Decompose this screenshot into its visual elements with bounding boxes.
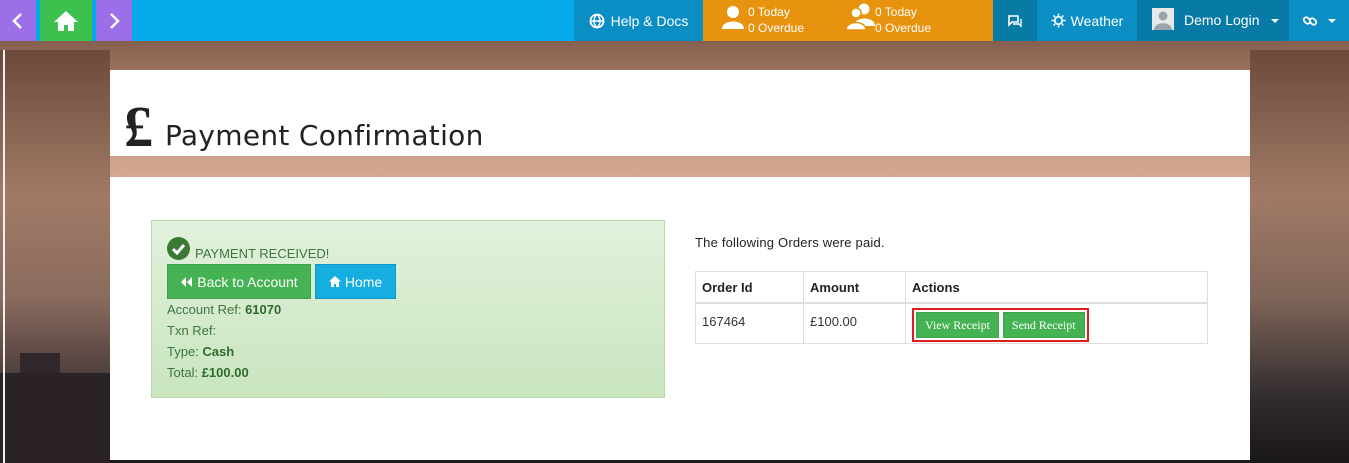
background-right [1250, 50, 1349, 463]
page-title: Payment Confirmation [165, 119, 484, 152]
txn-ref-line: Txn Ref: [167, 323, 216, 338]
my-tasks-today: 0 Today [748, 5, 790, 19]
home-button[interactable]: Home [315, 264, 396, 299]
table-row: 167464 £100.00 View Receipt Send Receipt [695, 302, 1208, 344]
user-icon[interactable] [720, 4, 746, 30]
user-menu[interactable]: Demo Login [1137, 0, 1289, 41]
top-bar: Help & Docs 0 Today 0 Overdue 0 Today 0 … [0, 0, 1349, 41]
team-tasks[interactable]: 0 Today 0 Overdue [875, 4, 931, 36]
help-docs-label: Help & Docs [610, 12, 689, 29]
avatar [1152, 8, 1174, 30]
chevron-down-icon [1271, 19, 1279, 23]
forward-button[interactable] [96, 0, 132, 41]
team-tasks-overdue: 0 Overdue [875, 21, 932, 35]
home-nav-button[interactable] [40, 0, 92, 41]
type-label: Type: [167, 344, 199, 359]
tasks-area: 0 Today 0 Overdue 0 Today 0 Overdue [703, 0, 993, 41]
chevron-right-icon [110, 12, 120, 29]
account-ref-label: Account Ref: [167, 302, 242, 317]
back-to-account-label: Back to Account [197, 273, 298, 290]
home-icon [328, 276, 341, 287]
type-value: Cash [202, 344, 235, 359]
link-icon [1302, 15, 1318, 26]
help-docs-button[interactable]: Help & Docs [574, 0, 703, 41]
double-chevron-left-icon [181, 276, 193, 287]
receipt-actions-highlight: View Receipt Send Receipt [912, 308, 1089, 342]
account-ref-value: 61070 [245, 302, 282, 317]
orders-intro: The following Orders were paid. [695, 235, 885, 250]
background-left [0, 50, 110, 463]
user-name: Demo Login [1184, 12, 1260, 28]
sun-icon [1051, 13, 1066, 28]
chat-icon [1008, 14, 1022, 28]
total-line: Total: £100.00 [167, 365, 249, 380]
orders-table: Order Id Amount Actions 167464 £100.00 V… [695, 271, 1208, 344]
links-menu[interactable] [1289, 0, 1349, 41]
total-value: £100.00 [201, 365, 249, 380]
users-icon[interactable] [845, 2, 877, 30]
amount-cell: £100.00 [803, 302, 906, 344]
send-receipt-button[interactable]: Send Receipt [1002, 312, 1085, 338]
check-circle-icon [167, 237, 190, 260]
type-line: Type: Cash [167, 344, 234, 359]
my-tasks-overdue: 0 Overdue [748, 21, 805, 35]
back-to-account-button[interactable]: Back to Account [167, 264, 311, 299]
column-header-amount: Amount [803, 271, 906, 304]
team-tasks-today: 0 Today [875, 5, 917, 19]
chevron-left-icon [12, 12, 22, 29]
txn-ref-label: Txn Ref: [167, 323, 217, 338]
pound-icon: £ [124, 94, 153, 159]
column-header-order-id: Order Id [695, 271, 804, 304]
home-button-label: Home [344, 273, 383, 290]
actions-cell: View Receipt Send Receipt [905, 302, 1208, 344]
home-icon [54, 10, 78, 31]
chat-button[interactable] [993, 0, 1037, 41]
weather-button[interactable]: Weather [1037, 0, 1137, 41]
edge-line [3, 50, 5, 463]
payment-status: PAYMENT RECEIVED! [195, 246, 330, 261]
weather-label: Weather [1070, 12, 1124, 29]
total-label: Total: [167, 365, 199, 380]
back-button[interactable] [0, 0, 36, 41]
view-receipt-button[interactable]: View Receipt [916, 312, 999, 338]
globe-icon [589, 13, 604, 28]
column-header-actions: Actions [905, 271, 1208, 304]
table-header-row: Order Id Amount Actions [695, 271, 1208, 304]
my-tasks[interactable]: 0 Today 0 Overdue [748, 4, 804, 36]
account-ref-line: Account Ref: 61070 [167, 302, 281, 317]
order-id-cell: 167464 [695, 302, 804, 344]
chevron-down-icon [1328, 18, 1336, 23]
